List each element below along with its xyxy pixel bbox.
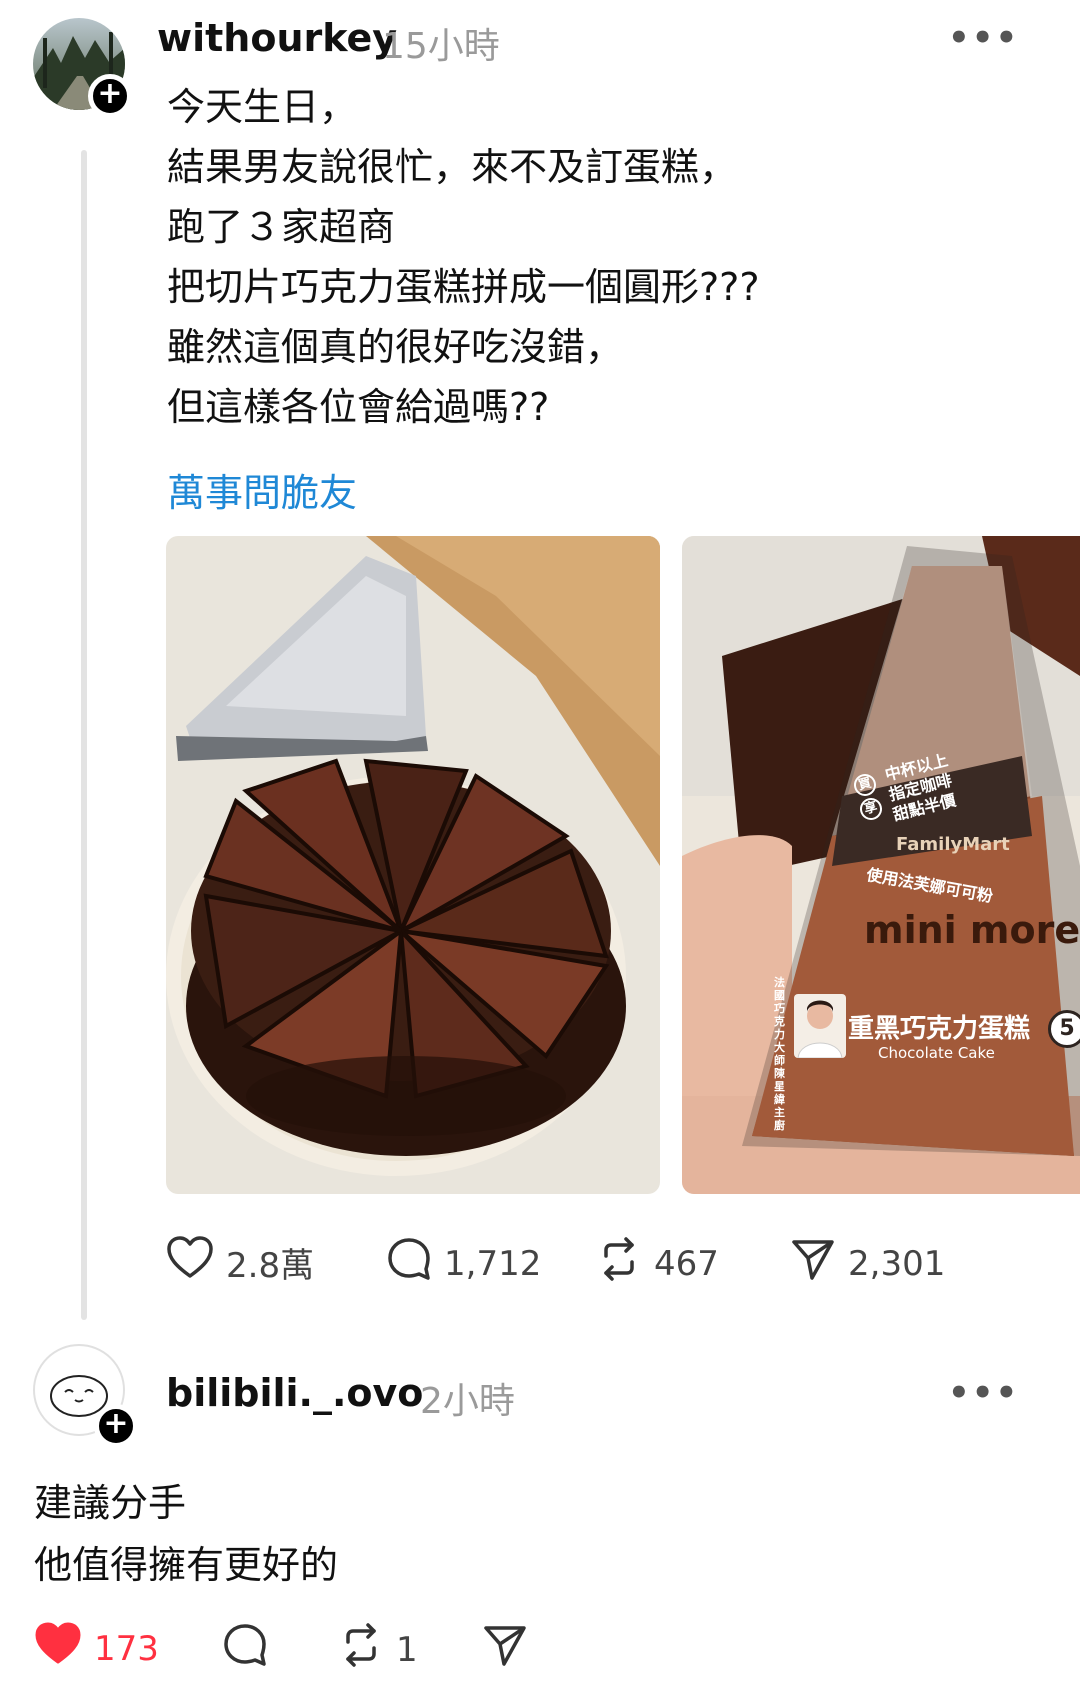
comment-icon: [386, 1236, 432, 1291]
thread-line: [81, 150, 87, 1320]
reply-comment-button[interactable]: [222, 1622, 280, 1677]
reply-time: 2小時: [420, 1381, 515, 1422]
post-time: 15小時: [382, 26, 500, 67]
share-count: 2,301: [848, 1243, 946, 1284]
like-count: 2.8萬: [226, 1246, 315, 1286]
package-product-name-en: Chocolate Cake: [878, 1044, 995, 1062]
heart-icon: [34, 1622, 82, 1675]
reply-text-line: 他值得擁有更好的: [34, 1543, 339, 1587]
post-username[interactable]: withourkey: [157, 16, 397, 60]
reply-share-button[interactable]: [482, 1622, 540, 1677]
comment-count: 1,712: [444, 1243, 542, 1284]
package-chef-label: 法國巧克力大師 陳星緯 主廚: [774, 976, 785, 1132]
share-button[interactable]: 2,301: [790, 1236, 945, 1291]
post-text-line: 今天生日，: [167, 85, 358, 129]
package-chef-photo: [794, 994, 846, 1059]
comment-icon: [222, 1622, 268, 1677]
repost-icon: [338, 1622, 384, 1677]
post-image-package[interactable]: 買 享 中杯以上 指定咖啡 甜點半價 FamilyMart 使用法芙娜可可粉 m…: [682, 536, 1080, 1194]
heart-icon: [166, 1236, 214, 1289]
follow-plus-icon[interactable]: +: [94, 1404, 138, 1448]
repost-count: 467: [654, 1243, 719, 1284]
post-text-line: 跑了３家超商: [167, 205, 396, 249]
reply-text-line: 建議分手: [34, 1481, 187, 1525]
reply-like-count: 173: [94, 1628, 159, 1669]
reply-like-button[interactable]: 173: [34, 1622, 159, 1675]
package-brand-label: FamilyMart: [896, 834, 1010, 855]
topic-tag-link[interactable]: 萬事問脆友: [167, 462, 357, 517]
post-text-line: 但這樣各位會給過嗎??: [167, 385, 550, 429]
follow-plus-icon[interactable]: +: [88, 74, 132, 118]
post-image-cake[interactable]: [166, 536, 660, 1194]
like-button[interactable]: 2.8萬: [166, 1236, 314, 1289]
more-icon[interactable]: •••: [948, 1373, 1019, 1413]
package-price-badge: 5: [1048, 1010, 1080, 1048]
repost-button[interactable]: 467: [596, 1236, 719, 1291]
package-series-label: mini more: [864, 908, 1080, 952]
send-icon: [790, 1236, 836, 1291]
reply-repost-button[interactable]: 1: [338, 1622, 418, 1677]
comment-button[interactable]: 1,712: [386, 1236, 541, 1291]
reply-repost-count: 1: [396, 1629, 418, 1670]
reply-username[interactable]: bilibili._.ovo: [166, 1371, 423, 1415]
post-text-line: 把切片巧克力蛋糕拼成一個圓形???: [167, 265, 760, 309]
post-text-line: 雖然這個真的很好吃沒錯，: [167, 325, 624, 369]
send-icon: [482, 1622, 528, 1677]
more-icon[interactable]: •••: [948, 18, 1019, 58]
package-product-name: 重黑巧克力蛋糕: [848, 1014, 1031, 1044]
post-text-line: 結果男友說很忙，來不及訂蛋糕，: [167, 145, 738, 189]
repost-icon: [596, 1236, 642, 1291]
